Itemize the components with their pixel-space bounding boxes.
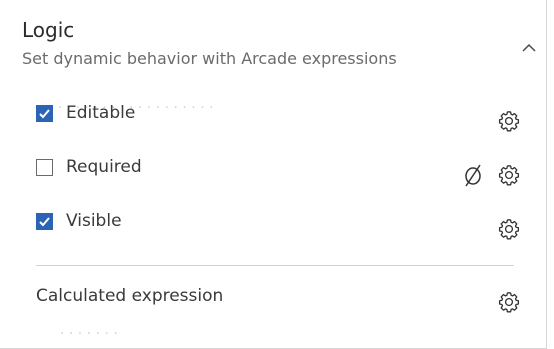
logic-row-editable: Editable — [36, 97, 536, 131]
visible-label: Visible — [66, 211, 122, 231]
ghost-text: . . . . . . . — [60, 322, 118, 338]
editable-checkbox[interactable] — [36, 105, 53, 122]
required-checkbox[interactable] — [36, 159, 53, 176]
logic-row-visible: Visible — [36, 205, 536, 239]
panel-subtitle: Set dynamic behavior with Arcade express… — [22, 49, 397, 68]
calculated-expression-button[interactable] — [496, 289, 522, 315]
chevron-up-icon — [522, 43, 536, 52]
visible-expression-button[interactable] — [496, 216, 522, 242]
logic-panel: . . . . . . . . . . . . . . . . . . . . … — [0, 0, 547, 349]
calculated-expression-label: Calculated expression — [36, 286, 224, 306]
divider — [36, 265, 514, 266]
collapse-button[interactable] — [516, 34, 542, 60]
required-label: Required — [66, 157, 142, 177]
gear-icon — [498, 165, 520, 186]
gear-icon — [498, 292, 520, 313]
editable-expression-button[interactable] — [496, 108, 522, 134]
editable-label: Editable — [66, 103, 136, 123]
panel-title: Logic — [22, 18, 75, 42]
required-expression-button[interactable] — [496, 162, 522, 188]
gear-icon — [498, 111, 520, 132]
visible-checkbox[interactable] — [36, 213, 53, 230]
null-icon — [461, 162, 485, 188]
gear-icon — [498, 219, 520, 240]
